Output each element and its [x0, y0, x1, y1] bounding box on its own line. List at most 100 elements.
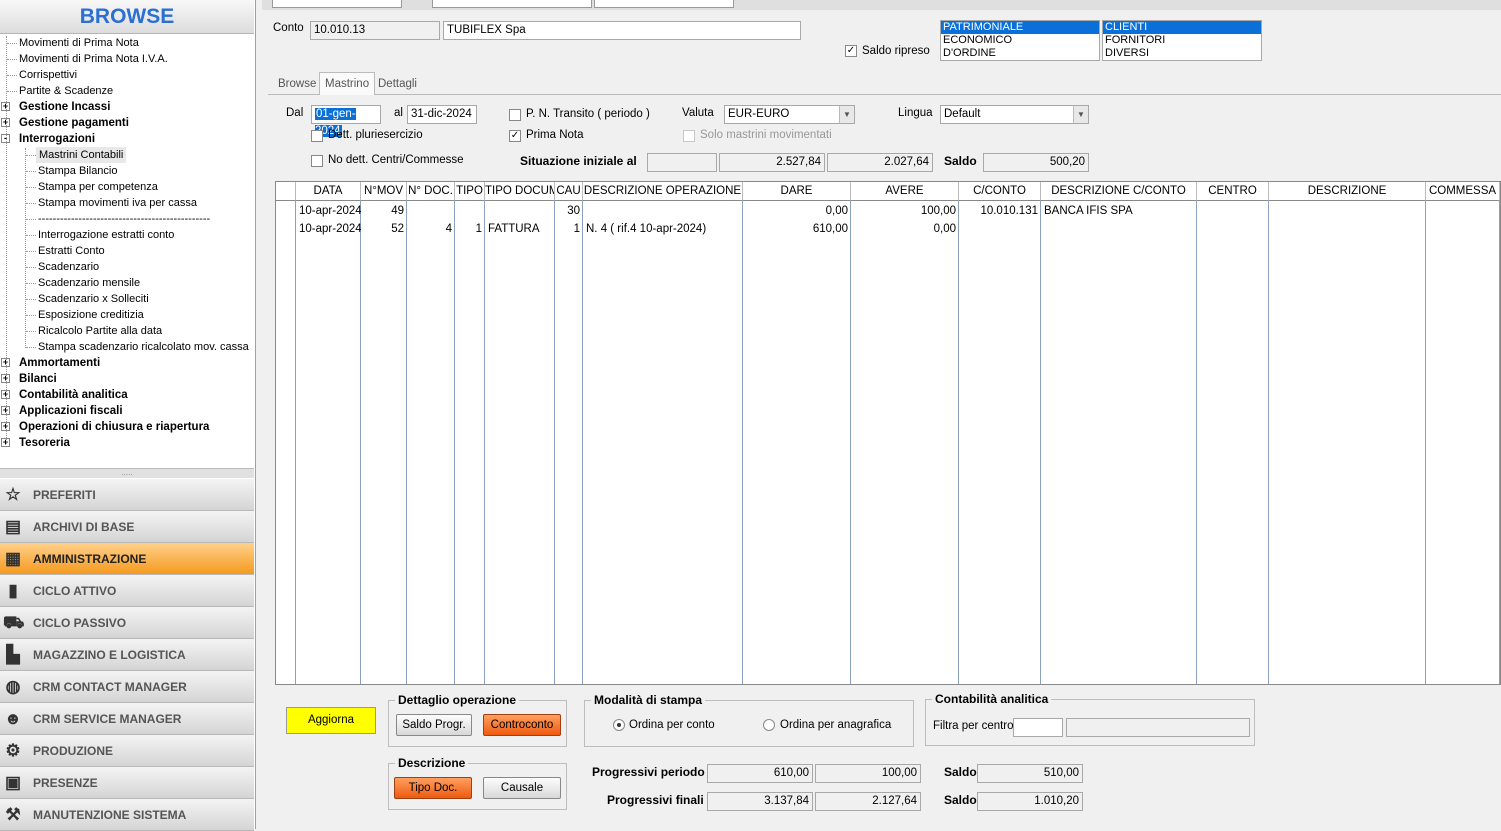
tree-item[interactable]: Movimenti di Prima Nota I.V.A.: [0, 51, 254, 67]
table-row[interactable]: 10-apr-2024 49 30 0,00 100,00 10.010.131 BANCA…: [276, 202, 1500, 220]
column-header[interactable]: DESCRIZIONE: [1269, 182, 1426, 201]
doc-tab-1[interactable]: [272, 0, 402, 8]
table-cell[interactable]: 1: [555, 220, 583, 238]
module-crm-contact-manager[interactable]: ◍ CRM CONTACT MANAGER: [0, 671, 254, 703]
table-cell[interactable]: 100,00: [851, 202, 959, 220]
module-ciclo-passivo[interactable]: ⛟ CICLO PASSIVO: [0, 607, 254, 639]
saldo-progr-button[interactable]: Saldo Progr.: [396, 714, 472, 736]
list-item[interactable]: D'ORDINE: [941, 47, 1099, 60]
solo-mastrini-checkbox[interactable]: [683, 130, 695, 142]
column-header[interactable]: DATA: [296, 182, 361, 201]
conto-name-field[interactable]: TUBIFLEX Spa: [443, 21, 801, 40]
table-cell[interactable]: FATTURA: [485, 220, 555, 238]
table-cell[interactable]: [1269, 220, 1426, 238]
saldo-ripreso-checkbox[interactable]: ✓: [845, 45, 857, 57]
tree-item[interactable]: Esposizione creditizia: [0, 307, 254, 323]
column-header[interactable]: CAU: [555, 182, 583, 201]
module-produzione[interactable]: ⚙ PRODUZIONE: [0, 735, 254, 767]
column-header[interactable]: TIPO: [455, 182, 485, 201]
tree-item[interactable]: Scadenzario: [0, 259, 254, 275]
column-header[interactable]: DARE: [743, 182, 851, 201]
table-cell[interactable]: [1041, 220, 1197, 238]
dett-pluriesercizio-checkbox[interactable]: [311, 130, 323, 142]
tree-item[interactable]: + Gestione pagamenti: [0, 115, 254, 131]
table-cell[interactable]: [455, 202, 485, 220]
ordina-conto-radio[interactable]: [613, 719, 625, 731]
chevron-down-icon[interactable]: ▼: [839, 106, 854, 123]
list-item[interactable]: CLIENTI: [1103, 21, 1261, 34]
table-cell[interactable]: 49: [361, 202, 407, 220]
list-item[interactable]: FORNITORI: [1103, 34, 1261, 47]
dal-date-field[interactable]: 01-gen-2024: [311, 105, 381, 137]
tree-item[interactable]: + Ammortamenti: [0, 355, 254, 371]
column-header[interactable]: COMMESSA: [1426, 182, 1500, 201]
tree-item[interactable]: Mastrini Contabili: [0, 147, 254, 163]
module-magazzino-e-logistica[interactable]: ▙ MAGAZZINO E LOGISTICA: [0, 639, 254, 671]
lingua-select[interactable]: Default ▼: [940, 105, 1089, 124]
column-header[interactable]: DESCRIZIONE OPERAZIONE: [583, 182, 743, 201]
module-manutenzione-sistema[interactable]: ⚒ MANUTENZIONE SISTEMA: [0, 799, 254, 831]
table-cell[interactable]: 0,00: [851, 220, 959, 238]
table-cell[interactable]: [485, 202, 555, 220]
column-header[interactable]: CENTRO: [1197, 182, 1269, 201]
tree-item[interactable]: Ricalcolo Partite alla data: [0, 323, 254, 339]
table-cell[interactable]: [1197, 220, 1269, 238]
doc-tab-2[interactable]: [432, 0, 592, 8]
tipo-doc-button[interactable]: Tipo Doc.: [394, 777, 472, 799]
table-cell[interactable]: [1426, 220, 1500, 238]
table-cell[interactable]: 1: [455, 220, 485, 238]
conto-code-field[interactable]: 10.010.13: [310, 21, 440, 40]
table-row[interactable]: 10-apr-2024 52 4 1 FATTURA 1 N. 4 ( rif.4 10-a…: [276, 220, 1500, 238]
filtra-centro-field[interactable]: [1013, 718, 1063, 737]
table-cell[interactable]: 10-apr-2024: [296, 202, 361, 220]
chevron-down-icon[interactable]: ▼: [1073, 106, 1088, 123]
tree-item[interactable]: + Tesoreria: [0, 435, 254, 451]
column-header[interactable]: AVERE: [851, 182, 959, 201]
tree-item[interactable]: Scadenzario mensile: [0, 275, 254, 291]
module-ciclo-attivo[interactable]: ▮ CICLO ATTIVO: [0, 575, 254, 607]
column-header[interactable]: N° DOC.: [407, 182, 455, 201]
table-cell[interactable]: [583, 202, 743, 220]
valuta-select[interactable]: EUR-EURO ▼: [724, 105, 855, 124]
table-cell[interactable]: 610,00: [743, 220, 851, 238]
column-header[interactable]: C/CONTO: [959, 182, 1041, 201]
no-dett-checkbox[interactable]: [311, 155, 323, 167]
table-cell[interactable]: 52: [361, 220, 407, 238]
tree-item[interactable]: + Applicazioni fiscali: [0, 403, 254, 419]
pn-transito-checkbox[interactable]: [509, 109, 521, 121]
aggiorna-button[interactable]: Aggiorna: [286, 707, 376, 734]
list-item[interactable]: ECONOMICO: [941, 34, 1099, 47]
column-header[interactable]: N°MOV: [361, 182, 407, 201]
module-amministrazione[interactable]: ▦ AMMINISTRAZIONE: [0, 543, 254, 575]
column-header[interactable]: TIPO DOCUM: [485, 182, 555, 201]
tree-item[interactable]: Stampa scadenzario ricalcolato mov. cass…: [0, 339, 254, 355]
table-cell[interactable]: 0,00: [743, 202, 851, 220]
tree-item[interactable]: Corrispettivi: [0, 67, 254, 83]
module-preferiti[interactable]: ☆ PREFERITI: [0, 479, 254, 511]
module-crm-service-manager[interactable]: ☻ CRM SERVICE MANAGER: [0, 703, 254, 735]
tree-item[interactable]: Interrogazione estratti conto: [0, 227, 254, 243]
causale-button[interactable]: Causale: [483, 777, 561, 799]
table-cell[interactable]: [959, 220, 1041, 238]
tree-item[interactable]: + Contabilità analitica: [0, 387, 254, 403]
table-cell[interactable]: [1426, 202, 1500, 220]
table-cell[interactable]: 30: [555, 202, 583, 220]
tree-item[interactable]: - Interrogazioni: [0, 131, 254, 147]
column-header[interactable]: DESCRIZIONE C/CONTO: [1041, 182, 1197, 201]
table-cell[interactable]: N. 4 ( rif.4 10-apr-2024): [583, 220, 743, 238]
tree-item[interactable]: + Bilanci: [0, 371, 254, 387]
table-cell[interactable]: BANCA IFIS SPA: [1041, 202, 1197, 220]
table-cell[interactable]: [407, 202, 455, 220]
doc-tab-3[interactable]: [594, 0, 734, 8]
account-category-list[interactable]: CLIENTI FORNITORI DIVERSI: [1102, 20, 1262, 61]
tree-item[interactable]: Movimenti di Prima Nota: [0, 35, 254, 51]
tab-dettagli[interactable]: Dettagli: [372, 72, 423, 95]
controconto-button[interactable]: Controconto: [483, 714, 561, 736]
table-cell[interactable]: 10-apr-2024: [296, 220, 361, 238]
table-cell[interactable]: [1269, 202, 1426, 220]
table-cell[interactable]: 4: [407, 220, 455, 238]
prima-nota-checkbox[interactable]: ✓: [509, 130, 521, 142]
tree-item[interactable]: + Operazioni di chiusura e riapertura: [0, 419, 254, 435]
module-archivi-di-base[interactable]: ▤ ARCHIVI DI BASE: [0, 511, 254, 543]
tree-item[interactable]: Stampa Bilancio: [0, 163, 254, 179]
